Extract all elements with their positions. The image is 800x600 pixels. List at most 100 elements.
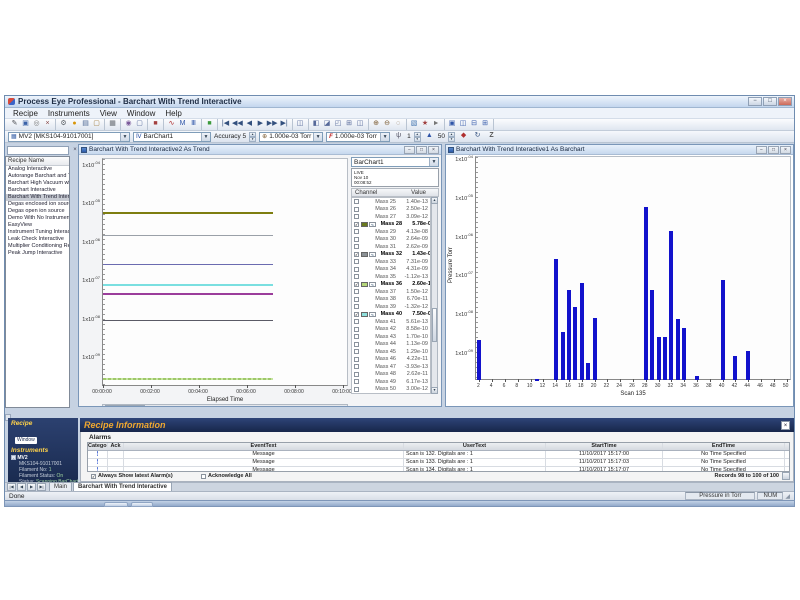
recipe-list-item[interactable]: Barchart Interactive bbox=[6, 187, 69, 194]
channel-row[interactable]: Mass 47-3.93e-13 bbox=[352, 363, 430, 371]
value-column-header[interactable]: Value bbox=[411, 190, 438, 196]
always-show-checkbox[interactable]: ✓ bbox=[91, 474, 96, 479]
chevron-down-icon[interactable]: ▼ bbox=[380, 133, 389, 141]
channel-column-header[interactable]: Channel bbox=[352, 190, 377, 196]
minimize-button[interactable]: − bbox=[404, 146, 415, 154]
channel-trend-icon[interactable]: ∿ bbox=[369, 222, 376, 227]
channel-checkbox[interactable] bbox=[354, 229, 359, 234]
layout-icon[interactable]: ◰ bbox=[333, 119, 344, 130]
alarm-column-usertext[interactable]: UserText bbox=[404, 443, 546, 450]
channel-checkbox[interactable] bbox=[354, 334, 359, 339]
forward-icon[interactable]: ▶▶ bbox=[266, 119, 279, 130]
chevron-down-icon[interactable]: ▼ bbox=[201, 133, 210, 141]
alarm-column-category[interactable]: Category bbox=[88, 443, 108, 450]
tab-nav-button-1[interactable]: ◀ bbox=[17, 483, 26, 491]
alarm-column-ack[interactable]: Ack bbox=[108, 443, 124, 450]
menu-item-view[interactable]: View bbox=[95, 108, 122, 119]
next-scan-icon[interactable]: ▶ bbox=[255, 119, 266, 130]
tune-icon[interactable]: ⚙ bbox=[58, 119, 69, 130]
channel-checkbox[interactable] bbox=[354, 372, 359, 377]
go-icon[interactable]: ■ bbox=[204, 119, 215, 130]
channel-row[interactable]: Mass 441.13e-09 bbox=[352, 341, 430, 349]
record-icon[interactable]: ● bbox=[69, 119, 80, 130]
filament-stepper[interactable]: ▲▼ bbox=[414, 132, 421, 142]
recipe-list-item[interactable]: Degas open ion source bbox=[6, 208, 69, 215]
channel-row[interactable]: Mass 273.09e-12 bbox=[352, 213, 430, 221]
ack-all-option[interactable]: Acknowledge All bbox=[201, 473, 252, 479]
alarm-column-eventtext[interactable]: EventText bbox=[124, 443, 404, 450]
chart-combo[interactable]: Ⅳ BarChart1 ▼ bbox=[133, 132, 211, 142]
refresh-icon[interactable]: ↻ bbox=[472, 131, 483, 142]
recipe-list-item[interactable]: Demo With No Instrument bbox=[6, 215, 69, 222]
channel-trend-icon[interactable]: ∿ bbox=[369, 252, 376, 257]
menu-item-window[interactable]: Window bbox=[122, 108, 160, 119]
taskbar-button[interactable] bbox=[104, 502, 128, 507]
first-scan-icon[interactable]: |◀ bbox=[220, 119, 231, 130]
copy-icon[interactable]: ▤ bbox=[80, 119, 91, 130]
tab-nav-button-2[interactable]: ▶ bbox=[27, 483, 36, 491]
recipe-list-item[interactable]: EasyView bbox=[6, 222, 69, 229]
delete-icon[interactable]: × bbox=[42, 119, 53, 130]
archive-icon[interactable]: ▢ bbox=[91, 119, 102, 130]
channel-row[interactable]: Mass 503.00e-12 bbox=[352, 386, 430, 394]
sheet-tab-main[interactable]: Main bbox=[49, 482, 72, 491]
recipe-list-header[interactable]: Recipe Name bbox=[6, 157, 69, 166]
channel-row[interactable]: Mass 464.22e-11 bbox=[352, 356, 430, 364]
channel-checkbox[interactable] bbox=[354, 304, 359, 309]
profile-icon[interactable]: ▲ bbox=[424, 131, 435, 142]
always-show-option[interactable]: ✓ Always Show latest Alarm(s) bbox=[91, 473, 173, 479]
barchart-plot-area[interactable] bbox=[475, 156, 791, 380]
channel-row[interactable]: Mass 482.62e-11 bbox=[352, 371, 430, 379]
channel-checkbox[interactable] bbox=[354, 244, 359, 249]
channel-checkbox[interactable]: ✓ bbox=[354, 282, 359, 287]
chevron-down-icon[interactable]: ▼ bbox=[120, 133, 129, 141]
channel-row[interactable]: Mass 337.31e-09 bbox=[352, 258, 430, 266]
recipe-list-item[interactable]: Instrument Tuning Interactive bbox=[6, 229, 69, 236]
sheet-tab-barchart-with-trend-interactive[interactable]: Barchart With Trend Interactive bbox=[73, 482, 172, 491]
channel-table-header[interactable]: Channel Value bbox=[351, 188, 439, 197]
leak-check-icon[interactable]: ◆ bbox=[458, 131, 469, 142]
range-stepper[interactable]: ▲▼ bbox=[448, 132, 455, 142]
channel-checkbox[interactable] bbox=[354, 267, 359, 272]
zoom-out-icon[interactable]: ⊖ bbox=[382, 119, 393, 130]
find-icon[interactable]: ◉ bbox=[123, 119, 134, 130]
channel-checkbox[interactable] bbox=[354, 342, 359, 347]
recipe-list-item[interactable]: Peak Jump Interactive bbox=[6, 250, 69, 257]
recipe-list-item[interactable]: Barchart With Trend Interac... bbox=[6, 194, 69, 201]
channel-checkbox[interactable] bbox=[354, 327, 359, 332]
chart-edit-icon[interactable]: ★ bbox=[420, 119, 431, 130]
scrollbar-thumb[interactable] bbox=[432, 308, 437, 342]
filament-icon[interactable]: ψ bbox=[393, 131, 404, 142]
channel-color-swatch[interactable] bbox=[361, 252, 368, 257]
recipe-pane-filter[interactable] bbox=[7, 146, 69, 155]
acknowledge-all-checkbox[interactable] bbox=[201, 474, 206, 479]
channel-row[interactable]: Mass 312.62e-09 bbox=[352, 243, 430, 251]
instrument-combo[interactable]: ▦ MV2 [MKS104-91017001] ▼ bbox=[8, 132, 130, 142]
recipe-list-item[interactable]: Analog Interactive bbox=[6, 166, 69, 173]
channel-checkbox[interactable]: ✓ bbox=[354, 222, 359, 227]
channel-row[interactable]: Mass 431.70e-10 bbox=[352, 333, 430, 341]
monitor-icon[interactable]: ▢ bbox=[134, 119, 145, 130]
barchart-view-icon[interactable]: Ⅲ bbox=[188, 119, 199, 130]
tab-nav-button-3[interactable]: ▶| bbox=[37, 483, 46, 491]
mass-view-icon[interactable]: M bbox=[177, 119, 188, 130]
windows-icon[interactable]: ◫ bbox=[295, 119, 306, 130]
tab-nav-button-0[interactable]: |◀ bbox=[7, 483, 16, 491]
alarm-row[interactable]: iMessageScan is 133. Digitals are : 111/… bbox=[88, 459, 789, 467]
channel-trend-icon[interactable]: ∿ bbox=[369, 312, 376, 317]
close-button[interactable]: × bbox=[780, 146, 791, 154]
sidebar-instruments-heading[interactable]: Instruments bbox=[11, 447, 78, 454]
close-button[interactable]: × bbox=[428, 146, 439, 154]
prev-scan-icon[interactable]: ◀ bbox=[244, 119, 255, 130]
alarm-row[interactable]: iMessageScan is 134. Digitals are : 111/… bbox=[88, 467, 789, 472]
tile-horizontal-icon[interactable]: ⊟ bbox=[469, 119, 480, 130]
channel-row[interactable]: ✓∿Mass 321.43e-06 bbox=[352, 251, 430, 259]
channel-row[interactable]: Mass 35-1.12e-13 bbox=[352, 273, 430, 281]
channel-checkbox[interactable] bbox=[354, 207, 359, 212]
tile-vertical-icon[interactable]: ⊞ bbox=[480, 119, 491, 130]
tile-icon[interactable]: ⊞ bbox=[344, 119, 355, 130]
channel-checkbox[interactable] bbox=[354, 387, 359, 392]
channel-row[interactable]: Mass 39-1.32e-12 bbox=[352, 303, 430, 311]
title-bar[interactable]: Process Eye Professional - Barchart With… bbox=[5, 96, 794, 108]
resize-grip[interactable]: ◢ bbox=[785, 493, 790, 500]
